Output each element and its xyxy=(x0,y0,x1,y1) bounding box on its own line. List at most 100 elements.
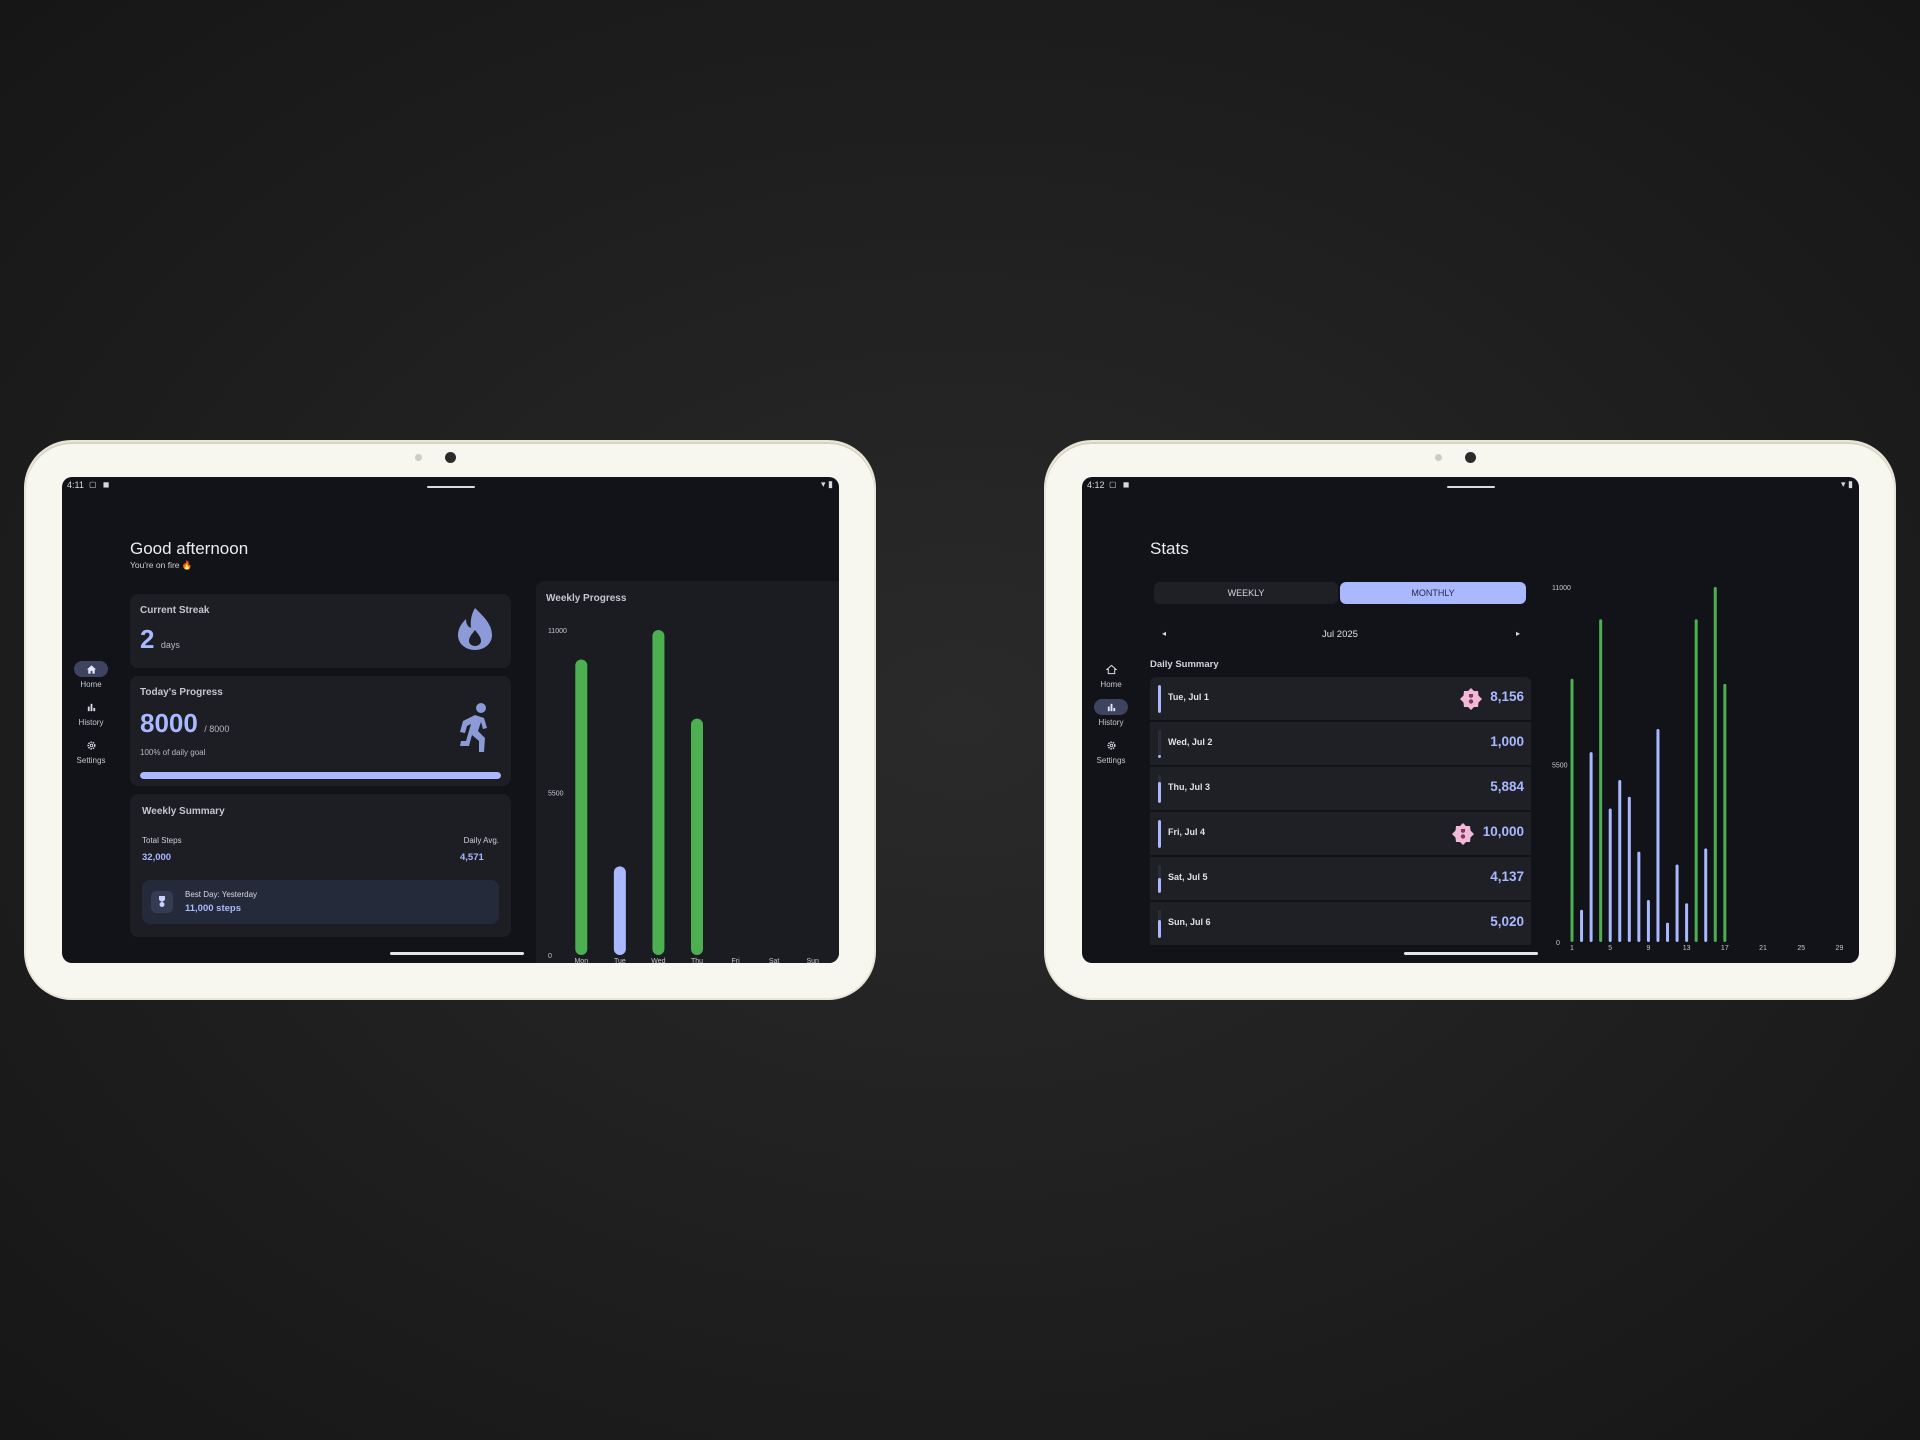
wifi-battery-icons: ▾ ▮ xyxy=(821,479,833,489)
row-progress-indicator xyxy=(1158,685,1161,713)
status-time: 4:12 xyxy=(1087,480,1105,490)
nav-home[interactable]: Home xyxy=(70,661,112,689)
daily-avg-label: Daily Avg. xyxy=(463,836,499,845)
summary-title: Weekly Summary xyxy=(142,806,225,817)
nav-home-label: Home xyxy=(1100,680,1122,689)
weekly-summary-card: Weekly Summary Total Steps 32,000 Daily … xyxy=(130,794,511,937)
day-bar xyxy=(1608,808,1612,942)
stats-screen: 4:12 ▢ ◼ ▾ ▮ Home History Settings Stats… xyxy=(1082,477,1859,963)
front-camera xyxy=(445,452,456,463)
day-bar xyxy=(1570,678,1574,942)
best-day-box: Best Day: Yesterday 11,000 steps xyxy=(142,880,499,924)
nav-home-label: Home xyxy=(80,680,102,689)
nav-history-label: History xyxy=(78,718,104,727)
daily-row[interactable]: Sat, Jul 5 4,137 xyxy=(1150,857,1531,900)
weekly-bar-chart: 11000 5500 0 Mon Tue Wed Thu Fri Sat Sun xyxy=(548,628,819,963)
nav-settings-label: Settings xyxy=(1096,756,1126,765)
weekly-progress-panel: Weekly Progress 11000 5500 0 Mon Tue Wed Thu Fr… xyxy=(536,581,839,963)
progress-bar xyxy=(140,772,501,779)
running-icon xyxy=(460,703,487,752)
sensor-dot xyxy=(1435,454,1442,461)
row-progress-fill xyxy=(1158,782,1161,803)
day-bar xyxy=(1723,683,1727,942)
row-progress-indicator xyxy=(1158,910,1161,938)
progress-title: Today's Progress xyxy=(140,687,223,698)
row-progress-indicator xyxy=(1158,820,1161,848)
bar-tue xyxy=(613,866,626,955)
bar-mon xyxy=(575,659,588,955)
nav-home[interactable]: Home xyxy=(1090,661,1132,689)
row-progress-fill xyxy=(1158,685,1161,713)
daily-row[interactable]: Fri, Jul 4 10,000 xyxy=(1150,812,1531,855)
nav-history[interactable]: History xyxy=(1090,699,1132,727)
nav-history-label: History xyxy=(1098,718,1124,727)
row-steps: 5,020 xyxy=(1490,914,1524,929)
prev-month-button[interactable]: ◂ xyxy=(1162,629,1166,638)
y-tick-label: 11000 xyxy=(1552,585,1571,592)
day-bar xyxy=(1580,909,1584,942)
bar-chart-icon xyxy=(1094,699,1128,715)
day-bar xyxy=(1685,903,1689,942)
streak-unit: days xyxy=(160,640,180,650)
day-bar xyxy=(1694,619,1698,942)
status-bar: 4:12 ▢ ◼ ▾ ▮ xyxy=(1082,477,1859,491)
y-tick-label: 0 xyxy=(1556,940,1560,947)
medal-icon xyxy=(151,891,173,913)
row-progress-fill xyxy=(1158,920,1161,938)
y-tick-label: 5500 xyxy=(1552,763,1568,770)
tablet-frame-home: 4:11 ▢ ◼ ▾ ▮ Home History Settings Good … xyxy=(26,442,874,998)
streak-title: Current Streak xyxy=(140,605,210,616)
nav-history[interactable]: History xyxy=(70,699,112,727)
next-month-button[interactable]: ▸ xyxy=(1516,629,1520,638)
home-icon xyxy=(74,661,108,677)
nav-settings-label: Settings xyxy=(76,756,106,765)
daily-row[interactable]: Sun, Jul 6 5,020 xyxy=(1150,902,1531,945)
row-date: Tue, Jul 1 xyxy=(1168,692,1209,702)
nav-settings[interactable]: Settings xyxy=(1090,737,1132,765)
row-steps: 1,000 xyxy=(1490,734,1524,749)
x-tick-label: 25 xyxy=(1797,945,1805,952)
row-date: Fri, Jul 4 xyxy=(1168,827,1206,837)
progress-caption: 100% of daily goal xyxy=(140,748,206,757)
x-tick-label: 17 xyxy=(1721,945,1729,952)
x-tick-label: Mon xyxy=(574,958,588,963)
monthly-bar-chart: 11000 5500 0 1 5 9 13 17 21 25 29 xyxy=(1552,585,1844,952)
bar-thu xyxy=(691,718,703,955)
streak-card: Current Streak 2 days xyxy=(130,594,511,668)
streak-value-group: 2 days xyxy=(140,624,180,655)
nav-settings[interactable]: Settings xyxy=(70,737,112,765)
month-label: Jul 2025 xyxy=(1322,629,1358,640)
nav-rail: Home History Settings xyxy=(1090,661,1132,775)
row-progress-fill xyxy=(1158,820,1161,848)
x-tick-label: Sun xyxy=(806,958,819,963)
page-title: Stats xyxy=(1150,539,1189,558)
best-day-value: 11,000 steps xyxy=(185,903,241,914)
daily-row[interactable]: Tue, Jul 1 8,156 xyxy=(1150,677,1531,720)
x-tick-label: Wed xyxy=(651,958,665,963)
tab-monthly[interactable]: MONTHLY xyxy=(1340,582,1526,604)
bar-chart-icon xyxy=(74,699,108,715)
daily-row[interactable]: Thu, Jul 3 5,884 xyxy=(1150,767,1531,810)
row-steps: 10,000 xyxy=(1482,824,1524,839)
goal-badge-icon xyxy=(1460,688,1482,710)
x-tick-label: 29 xyxy=(1836,945,1844,952)
notification-icons: ▢ ◼ xyxy=(89,480,112,489)
day-bar xyxy=(1675,864,1679,942)
gesture-bar xyxy=(390,952,524,955)
daily-row[interactable]: Wed, Jul 2 1,000 xyxy=(1150,722,1531,765)
row-progress-fill xyxy=(1158,878,1161,893)
total-steps-value: 32,000 xyxy=(142,852,172,863)
total-steps-label: Total Steps xyxy=(142,836,182,845)
tab-weekly[interactable]: WEEKLY xyxy=(1154,582,1338,604)
row-progress-indicator xyxy=(1158,865,1161,893)
progress-goal: / 8000 xyxy=(204,724,230,734)
gesture-bar xyxy=(1404,952,1538,955)
x-tick-label: Fri xyxy=(731,958,740,963)
x-tick-label: 5 xyxy=(1608,945,1612,952)
goal-badge-icon xyxy=(1452,823,1474,845)
sensor-dot xyxy=(415,454,422,461)
row-progress-fill xyxy=(1158,754,1161,758)
streak-value: 2 xyxy=(140,624,155,654)
x-tick-label: Thu xyxy=(691,958,703,963)
row-progress-indicator xyxy=(1158,730,1161,758)
